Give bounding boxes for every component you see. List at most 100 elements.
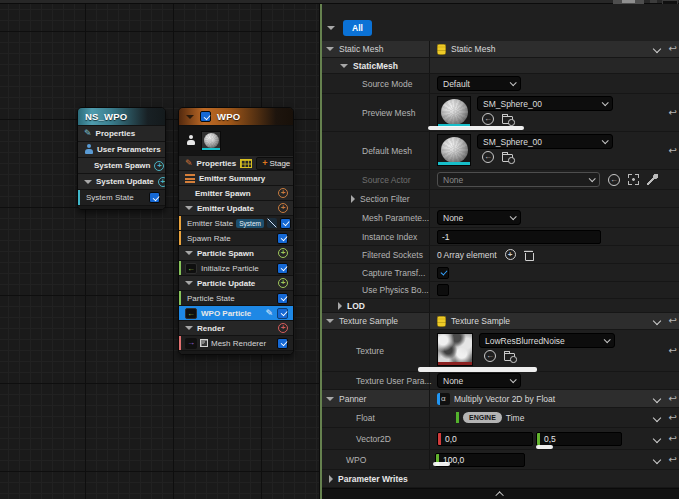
use-selected-actor-icon[interactable]: ← [608,174,620,186]
chevron-down-icon[interactable] [652,413,660,421]
chevron-right-icon[interactable] [338,302,342,310]
browse-to-asset-icon[interactable] [502,116,513,124]
reset-icon[interactable]: ↩ [669,108,677,118]
eyedropper-icon[interactable] [647,174,658,185]
system-node[interactable]: NS_WPO ✎ Properties User Parameters Syst… [77,107,166,210]
vector2d-x-field[interactable]: 0,0 [437,432,533,446]
default-mesh-dropdown[interactable]: SM_Sphere_00 [477,134,613,149]
category-static-mesh[interactable]: Static Mesh Static Mesh ↩ [322,41,679,58]
module-enabled-checkbox[interactable] [149,192,160,203]
spawn-rate-row[interactable]: Spawn Rate [179,230,293,245]
select-actor-icon[interactable] [628,174,639,185]
mesh-parameter-dropdown[interactable]: None [437,210,521,225]
chevron-down-icon[interactable] [186,115,194,119]
initialize-particle-row[interactable]: ← Initialize Particle [179,260,293,275]
group-staticmesh[interactable]: StaticMesh [322,58,679,74]
emitter-state-row[interactable]: Emitter State System [179,215,293,230]
vector2d-y-field[interactable]: 0,5 [536,432,622,446]
chevron-down-icon[interactable] [652,455,660,463]
use-physics-checkbox[interactable] [437,284,449,296]
preview-mesh-thumbnail[interactable] [437,96,471,128]
chevron-down-icon[interactable] [185,281,193,285]
particle-spawn-row[interactable]: Particle Spawn + [179,245,293,260]
add-element-icon[interactable]: + [505,249,516,260]
module-enabled-checkbox[interactable] [277,263,288,274]
add-module-icon[interactable]: + [278,188,288,198]
source-mode-dropdown[interactable]: Default [437,76,521,91]
reset-icon[interactable]: ↩ [669,434,677,444]
chevron-down-icon[interactable] [340,64,348,68]
emitter-spawn-row[interactable]: Emitter Spawn + [179,185,293,200]
use-selected-asset-icon[interactable]: ← [482,151,494,163]
capture-transform-checkbox[interactable] [437,267,449,279]
reset-icon[interactable]: ↩ [669,44,677,54]
chevron-down-icon[interactable] [185,326,193,330]
module-enabled-checkbox[interactable] [277,308,288,319]
texture-dropdown[interactable]: LowResBlurredNoise [479,333,615,348]
chevron-down-icon[interactable] [84,180,92,184]
chevron-down-icon[interactable] [326,47,334,51]
instance-index-field[interactable]: -1 [437,230,601,244]
emitter-properties-row[interactable]: ✎ Properties + Stage [179,155,293,170]
emitter-update-row[interactable]: Emitter Update + [179,200,293,215]
texture-user-param-dropdown[interactable]: None [437,373,521,388]
emitter-node[interactable]: WPO ✎ Properties + Stage Emitter Summary [178,107,294,355]
chevron-right-icon[interactable] [351,195,355,203]
chevron-down-icon[interactable] [326,397,334,401]
category-texture-sample[interactable]: Texture Sample Texture Sample ↩ [322,313,679,330]
browse-to-asset-icon[interactable] [504,353,515,361]
default-mesh-thumbnail[interactable] [437,134,471,166]
user-parameters-row[interactable]: User Parameters [78,141,165,157]
module-enabled-checkbox[interactable] [280,218,291,229]
category-panner[interactable]: Panner α Multiply Vector 2D by Float ↩ [322,390,679,408]
scroll-up-strip[interactable] [322,488,679,499]
emitter-enabled-checkbox[interactable] [200,111,211,122]
render-row[interactable]: Render + [179,320,293,335]
system-state-row[interactable]: System State [78,189,165,205]
system-properties-row[interactable]: ✎ Properties [78,125,165,141]
chevron-right-icon[interactable] [329,475,333,483]
chevron-down-icon[interactable] [185,251,193,255]
emitter-thumbnail-row[interactable] [179,125,293,155]
add-renderer-icon[interactable]: + [278,323,288,333]
add-module-icon[interactable]: + [278,248,288,258]
use-selected-asset-icon[interactable]: ← [482,113,494,125]
preview-mesh-dropdown[interactable]: SM_Sphere_00 [477,96,613,111]
source-actor-dropdown[interactable]: None [437,172,600,187]
module-enabled-checkbox[interactable] [277,338,288,349]
chevron-down-icon[interactable] [652,434,660,442]
use-selected-asset-icon[interactable]: ← [484,350,496,362]
chevron-down-icon[interactable] [326,319,334,323]
module-enabled-checkbox[interactable] [277,293,288,304]
module-enabled-checkbox[interactable] [277,233,288,244]
system-update-row[interactable]: System Update + [78,173,165,189]
add-module-icon[interactable]: + [278,203,288,213]
row-parameter-writes[interactable]: Parameter Writes [322,470,679,488]
add-stage-button[interactable]: + Stage [256,157,294,170]
chevron-down-icon[interactable] [185,206,193,210]
chevron-down-icon[interactable] [652,45,660,53]
reset-icon[interactable]: ↩ [669,146,677,156]
texture-thumbnail[interactable] [437,333,473,366]
add-module-icon[interactable]: + [154,161,164,171]
chevron-down-icon[interactable] [652,394,660,402]
trash-icon[interactable] [524,250,533,260]
summary-view-icon[interactable] [240,159,252,168]
wpo-particle-row-selected[interactable]: ← WPO Particle ✎ [179,305,293,320]
emitter-node-header[interactable]: WPO [179,108,293,125]
reset-icon[interactable]: ↩ [669,394,677,404]
system-node-header[interactable]: NS_WPO [78,108,165,125]
chevron-down-icon[interactable] [652,317,660,325]
reset-icon[interactable]: ↩ [669,316,677,326]
browse-to-asset-icon[interactable] [502,154,513,162]
system-spawn-row[interactable]: System Spawn + [78,157,165,173]
reset-icon[interactable]: ↩ [669,346,677,356]
node-graph-canvas[interactable]: NS_WPO ✎ Properties User Parameters Syst… [0,0,319,499]
mesh-renderer-row[interactable]: → Mesh Renderer [179,335,293,350]
filter-all-button[interactable]: All [343,20,372,36]
particle-update-row[interactable]: Particle Update + [179,275,293,290]
row-section-filter[interactable]: Section Filter [322,190,679,208]
particle-state-row[interactable]: Particle State [179,290,293,305]
add-module-icon[interactable]: + [278,278,288,288]
row-lod[interactable]: LOD [322,299,679,313]
